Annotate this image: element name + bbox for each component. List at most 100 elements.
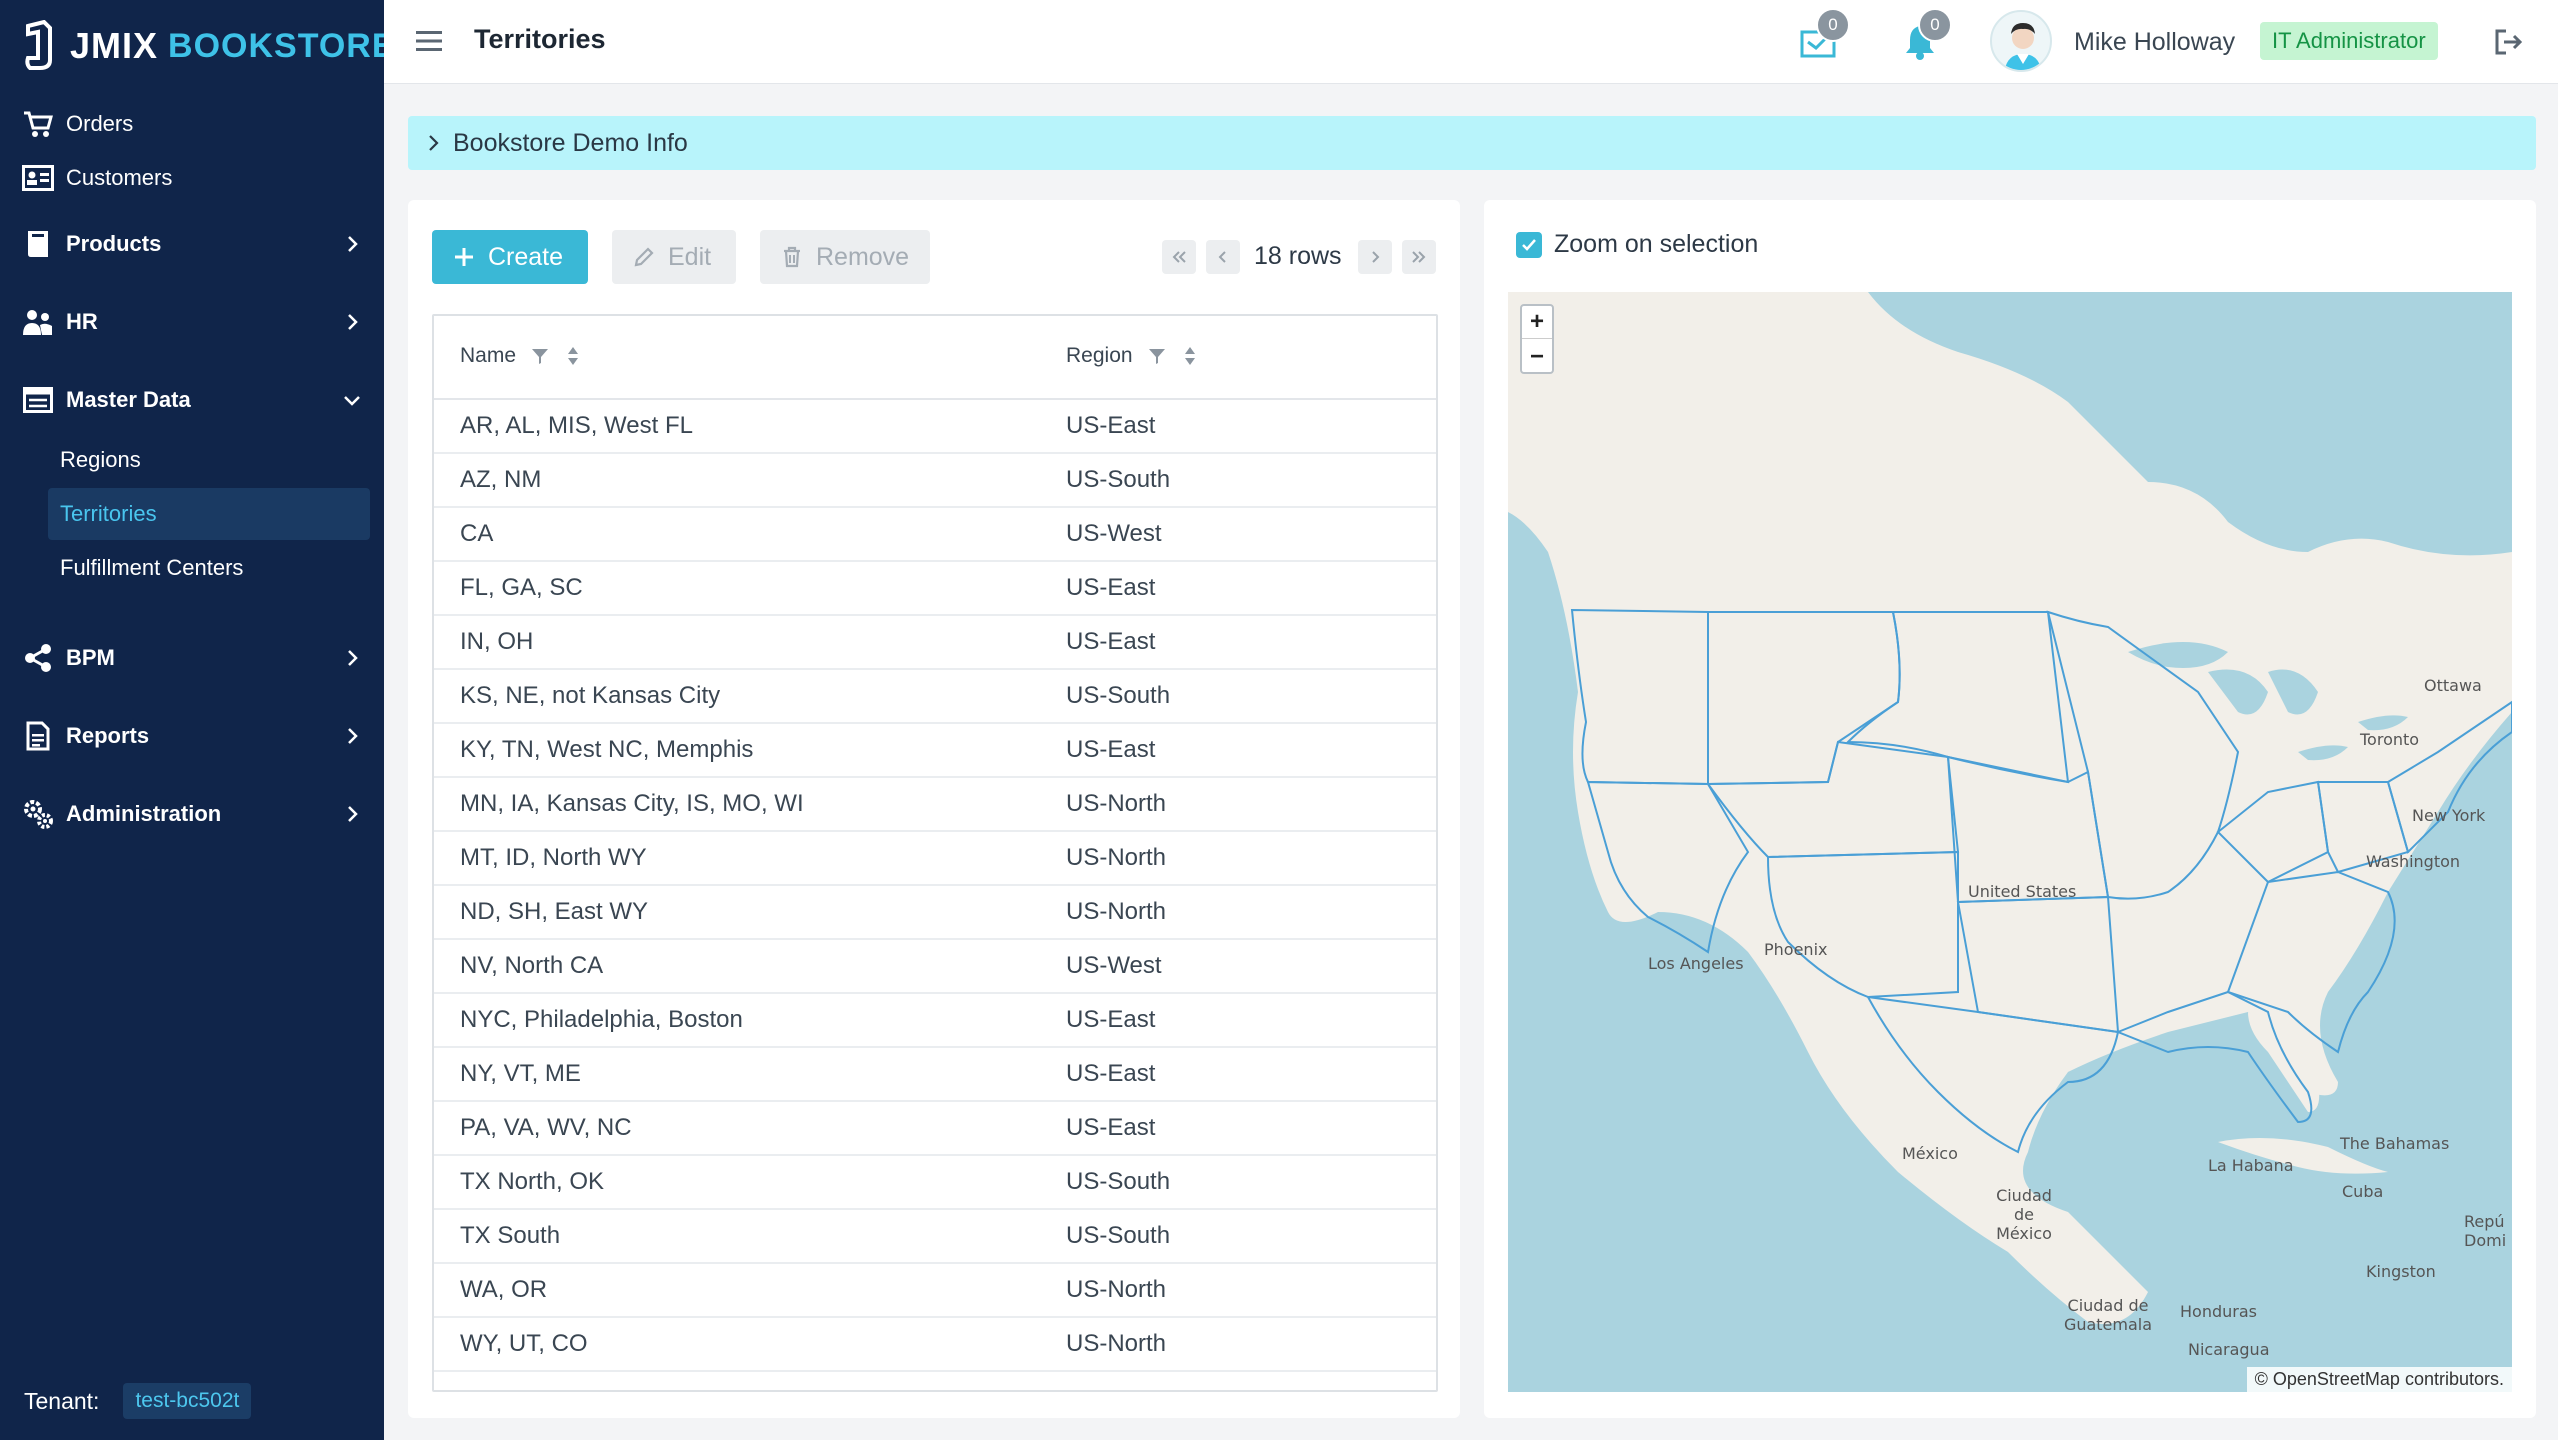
map-view[interactable]: + − Ottawa Toronto New York Washington U… — [1508, 292, 2512, 1392]
table-row[interactable]: ND, SH, East WY US-North — [434, 886, 1436, 940]
map-label: Kingston — [2366, 1262, 2436, 1281]
tenant-label: Tenant: — [24, 1387, 100, 1414]
edit-button[interactable]: Edit — [612, 230, 736, 284]
cell-region: US-North — [1066, 1276, 1167, 1303]
map-panel: Zoom on selection + − Ottawa Toronto New… — [1484, 200, 2536, 1418]
last-page-button[interactable] — [1402, 240, 1436, 274]
map-label: Honduras — [2180, 1302, 2257, 1321]
sidebar-item-label: Administration — [66, 801, 222, 826]
report-icon — [22, 720, 54, 752]
map-zoom-in-button[interactable]: + — [1522, 306, 1552, 339]
chevron-right-icon — [348, 314, 358, 330]
map-label: Ciudad de Guatemala — [2063, 1296, 2153, 1334]
map-zoom-out-button[interactable]: − — [1522, 340, 1552, 373]
cell-name: FL, GA, SC — [460, 574, 583, 601]
sidebar-item-orders[interactable]: Orders — [0, 98, 384, 150]
cell-region: US-East — [1066, 1060, 1156, 1087]
sidebar-item-customers[interactable]: Customers — [0, 152, 384, 204]
table-icon — [22, 384, 54, 416]
column-header-label: Name — [460, 344, 517, 367]
table-row[interactable]: KY, TN, West NC, Memphis US-East — [434, 724, 1436, 778]
table-row[interactable]: NYC, Philadelphia, Boston US-East — [434, 994, 1436, 1048]
brand-logo[interactable]: JMIX BOOKSTORE — [22, 18, 396, 74]
inbox-count-badge: 0 — [1816, 8, 1850, 42]
jmix-logo-icon — [25, 20, 52, 70]
demo-info-title: Bookstore Demo Info — [453, 128, 688, 157]
cell-region: US-East — [1066, 1006, 1156, 1033]
sidebar-item-fulfillment-centers[interactable]: Fulfillment Centers — [48, 542, 370, 594]
map-label: La Habana — [2208, 1156, 2294, 1175]
table-row[interactable]: NY, VT, ME US-East — [434, 1048, 1436, 1102]
sidebar-item-products[interactable]: Products — [0, 218, 384, 270]
sidebar-item-hr[interactable]: HR — [0, 296, 384, 348]
sidebar-item-label: Orders — [66, 111, 134, 136]
cell-region: US-South — [1066, 466, 1171, 493]
table-row[interactable]: WA, OR US-North — [434, 1264, 1436, 1318]
user-name[interactable]: Mike Holloway — [2074, 28, 2235, 57]
map-zoom-control: + − — [1520, 304, 1554, 374]
cell-name: WA, OR — [460, 1276, 548, 1303]
sidebar-item-label: Products — [66, 231, 162, 256]
cell-name: MT, ID, North WY — [460, 844, 647, 871]
sort-icon[interactable] — [566, 346, 580, 366]
gears-icon — [22, 798, 54, 830]
cell-name: NV, North CA — [460, 952, 604, 979]
book-icon — [22, 228, 54, 260]
zoom-on-selection-checkbox[interactable] — [1516, 232, 1542, 258]
double-chevron-right-icon — [1412, 251, 1426, 263]
cell-region: US-South — [1066, 682, 1171, 709]
tenant-info: Tenant: test-bc502t — [24, 1383, 252, 1419]
logout-icon[interactable] — [2492, 26, 2524, 58]
map-label: Ottawa — [2424, 676, 2482, 695]
remove-button[interactable]: Remove — [760, 230, 930, 284]
sidebar-item-administration[interactable]: Administration — [0, 788, 384, 840]
sort-icon[interactable] — [1183, 346, 1197, 366]
sidebar-item-reports[interactable]: Reports — [0, 710, 384, 762]
cell-name: NY, VT, ME — [460, 1060, 581, 1087]
sidebar-item-master-data[interactable]: Master Data — [0, 374, 384, 426]
sidebar-item-bpm[interactable]: BPM — [0, 632, 384, 684]
sidebar-item-regions[interactable]: Regions — [48, 434, 370, 486]
table-row[interactable]: CA US-West — [434, 508, 1436, 562]
table-row[interactable]: MN, IA, Kansas City, IS, MO, WI US-North — [434, 778, 1436, 832]
create-button[interactable]: Create — [432, 230, 588, 284]
table-row[interactable]: PA, VA, WV, NC US-East — [434, 1102, 1436, 1156]
table-row[interactable]: WY, UT, CO US-North — [434, 1318, 1436, 1372]
avatar[interactable] — [1990, 10, 2052, 72]
edit-button-label: Edit — [668, 242, 712, 271]
double-chevron-left-icon — [1172, 251, 1186, 263]
cell-region: US-North — [1066, 844, 1167, 871]
hamburger-menu-icon[interactable] — [414, 28, 444, 54]
column-header-name[interactable]: Name — [460, 344, 580, 368]
demo-info-bar[interactable]: Bookstore Demo Info — [408, 116, 2536, 170]
next-page-button[interactable] — [1358, 240, 1392, 274]
table-row[interactable]: MT, ID, North WY US-North — [434, 832, 1436, 886]
prev-page-button[interactable] — [1206, 240, 1240, 274]
table-row[interactable]: AR, AL, MIS, West FL US-East — [434, 400, 1436, 454]
column-header-region[interactable]: Region — [1066, 344, 1197, 368]
sidebar-item-territories[interactable]: Territories — [48, 488, 370, 540]
table-row[interactable]: TX South US-South — [434, 1210, 1436, 1264]
checkmark-icon — [1522, 239, 1536, 251]
chevron-right-icon — [1372, 251, 1380, 263]
table-row[interactable]: IN, OH US-East — [434, 616, 1436, 670]
table-row[interactable]: TX North, OK US-South — [434, 1156, 1436, 1210]
table-row[interactable]: AZ, NM US-South — [434, 454, 1436, 508]
sidebar-item-label: BPM — [66, 645, 115, 670]
cell-name: KY, TN, West NC, Memphis — [460, 736, 754, 763]
first-page-button[interactable] — [1162, 240, 1196, 274]
filter-icon[interactable] — [530, 346, 550, 366]
map-attribution[interactable]: © OpenStreetMap contributors. — [2246, 1367, 2512, 1392]
cell-region: US-East — [1066, 412, 1156, 439]
share-icon — [22, 642, 54, 674]
cell-name: CA — [460, 520, 494, 547]
chevron-right-icon — [348, 236, 358, 252]
table-row[interactable]: NV, North CA US-West — [434, 940, 1436, 994]
brand-name-left: JMIX — [70, 25, 159, 66]
cell-name: TX South — [460, 1222, 561, 1249]
table-row[interactable]: KS, NE, not Kansas City US-South — [434, 670, 1436, 724]
filter-icon[interactable] — [1147, 346, 1167, 366]
chevron-down-icon — [344, 396, 360, 406]
cell-region: US-East — [1066, 574, 1156, 601]
table-row[interactable]: FL, GA, SC US-East — [434, 562, 1436, 616]
